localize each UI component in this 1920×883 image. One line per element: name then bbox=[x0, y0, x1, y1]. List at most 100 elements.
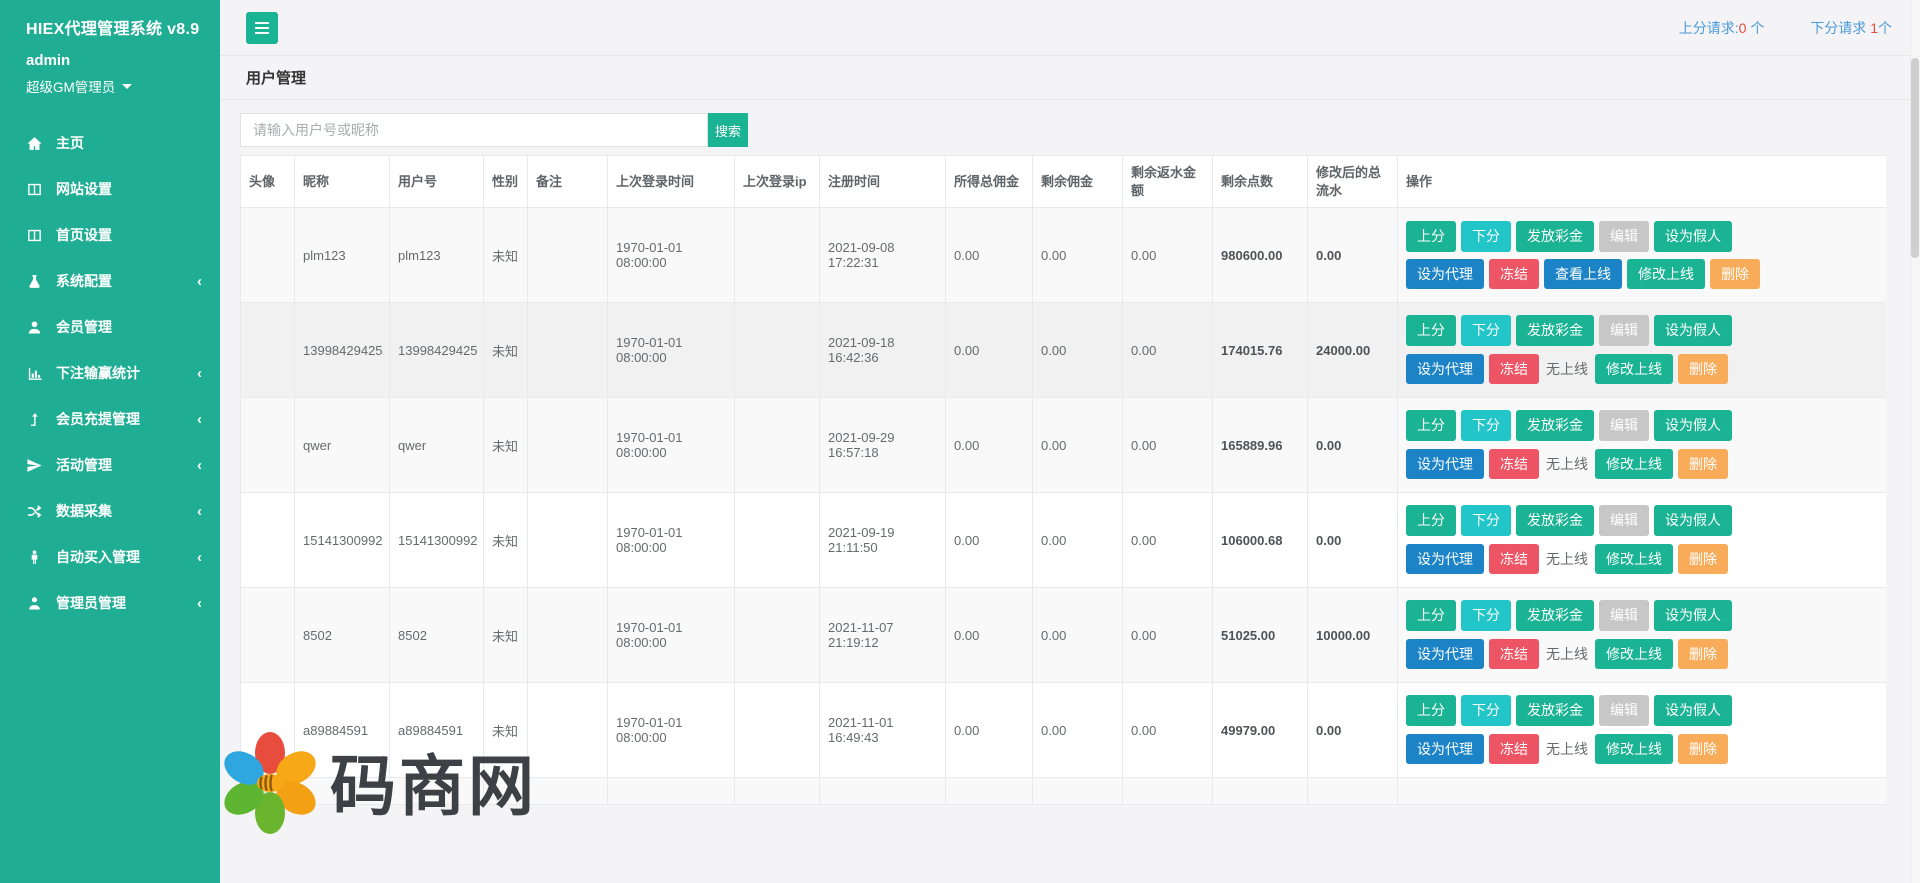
sidebar-item-user[interactable]: 会员管理 bbox=[0, 304, 220, 350]
set-fake-user-button[interactable]: 设为假人 bbox=[1654, 505, 1732, 535]
cell-total-commission: 0.00 bbox=[946, 398, 1033, 493]
delete-button[interactable]: 删除 bbox=[1710, 259, 1760, 289]
edit-button[interactable]: 编辑 bbox=[1599, 410, 1649, 440]
sidebar-item-label: 首页设置 bbox=[56, 225, 112, 245]
set-agent-button[interactable]: 设为代理 bbox=[1406, 544, 1484, 574]
up-request-link[interactable]: 上分请求:0 个 bbox=[1679, 18, 1765, 38]
set-agent-button[interactable]: 设为代理 bbox=[1406, 639, 1484, 669]
cell-points: 106000.68 bbox=[1213, 493, 1308, 588]
deduct-points-button[interactable]: 下分 bbox=[1461, 410, 1511, 440]
freeze-button[interactable]: 冻结 bbox=[1489, 354, 1539, 384]
edit-button[interactable]: 编辑 bbox=[1599, 695, 1649, 725]
set-fake-user-button[interactable]: 设为假人 bbox=[1654, 221, 1732, 251]
action-button-row: 上分下分发放彩金编辑设为假人 bbox=[1406, 221, 1878, 251]
action-button-row: 设为代理冻结无上线修改上线删除 bbox=[1406, 448, 1878, 480]
modify-upline-button[interactable]: 修改上线 bbox=[1595, 544, 1673, 574]
user-icon bbox=[26, 319, 43, 336]
sidebar-item-label: 自动买入管理 bbox=[56, 547, 140, 567]
modify-upline-button[interactable]: 修改上线 bbox=[1595, 354, 1673, 384]
grant-bonus-button[interactable]: 发放彩金 bbox=[1516, 505, 1594, 535]
table-header-cell: 剩余佣金 bbox=[1033, 156, 1123, 208]
cell-remark bbox=[528, 778, 608, 806]
table-header-cell: 操作 bbox=[1398, 156, 1887, 208]
delete-button[interactable]: 删除 bbox=[1678, 734, 1728, 764]
delete-button[interactable]: 删除 bbox=[1678, 449, 1728, 479]
add-points-button[interactable]: 上分 bbox=[1406, 410, 1456, 440]
grant-bonus-button[interactable]: 发放彩金 bbox=[1516, 600, 1594, 630]
cell-modified-flow bbox=[1308, 778, 1398, 806]
edit-button[interactable]: 编辑 bbox=[1599, 505, 1649, 535]
search-button[interactable]: 搜索 bbox=[708, 113, 748, 147]
cell-nickname: qwer bbox=[295, 398, 390, 493]
add-points-button[interactable]: 上分 bbox=[1406, 315, 1456, 345]
freeze-button[interactable]: 冻结 bbox=[1489, 544, 1539, 574]
set-agent-button[interactable]: 设为代理 bbox=[1406, 354, 1484, 384]
grant-bonus-button[interactable]: 发放彩金 bbox=[1516, 410, 1594, 440]
edit-button[interactable]: 编辑 bbox=[1599, 600, 1649, 630]
set-fake-user-button[interactable]: 设为假人 bbox=[1654, 410, 1732, 440]
grant-bonus-button[interactable]: 发放彩金 bbox=[1516, 315, 1594, 345]
delete-button[interactable]: 删除 bbox=[1678, 544, 1728, 574]
add-points-button[interactable]: 上分 bbox=[1406, 695, 1456, 725]
cell-avatar bbox=[241, 303, 295, 398]
down-request-link[interactable]: 下分请求 1个 bbox=[1810, 18, 1892, 38]
add-points-button[interactable]: 上分 bbox=[1406, 221, 1456, 251]
delete-button[interactable]: 删除 bbox=[1678, 639, 1728, 669]
grant-bonus-button[interactable]: 发放彩金 bbox=[1516, 695, 1594, 725]
set-fake-user-button[interactable]: 设为假人 bbox=[1654, 315, 1732, 345]
no-upline-text: 无上线 bbox=[1544, 353, 1590, 385]
sidebar-item-male[interactable]: 自动买入管理‹ bbox=[0, 534, 220, 580]
cell-modified-flow: 0.00 bbox=[1308, 493, 1398, 588]
sidebar-item-random[interactable]: 数据采集‹ bbox=[0, 488, 220, 534]
freeze-button[interactable]: 冻结 bbox=[1489, 734, 1539, 764]
grant-bonus-button[interactable]: 发放彩金 bbox=[1516, 221, 1594, 251]
modify-upline-button[interactable]: 修改上线 bbox=[1595, 734, 1673, 764]
deduct-points-button[interactable]: 下分 bbox=[1461, 505, 1511, 535]
sidebar-item-columns[interactable]: 网站设置 bbox=[0, 166, 220, 212]
modify-upline-button[interactable]: 修改上线 bbox=[1595, 639, 1673, 669]
deduct-points-button[interactable]: 下分 bbox=[1461, 315, 1511, 345]
table-row: plm123plm123未知1970-01-01 08:00:002021-09… bbox=[241, 208, 1887, 303]
modify-upline-button[interactable]: 修改上线 bbox=[1627, 259, 1705, 289]
columns-icon bbox=[26, 181, 43, 198]
sidebar-item-admin[interactable]: 管理员管理‹ bbox=[0, 580, 220, 626]
search-input[interactable] bbox=[240, 113, 708, 147]
scrollbar-thumb[interactable] bbox=[1911, 58, 1919, 258]
freeze-button[interactable]: 冻结 bbox=[1489, 449, 1539, 479]
view-upline-button[interactable]: 查看上线 bbox=[1544, 259, 1622, 289]
sidebar-item-columns[interactable]: 首页设置 bbox=[0, 212, 220, 258]
table-header-cell: 备注 bbox=[528, 156, 608, 208]
set-fake-user-button[interactable]: 设为假人 bbox=[1654, 600, 1732, 630]
add-points-button[interactable]: 上分 bbox=[1406, 505, 1456, 535]
deduct-points-button[interactable]: 下分 bbox=[1461, 695, 1511, 725]
cell-account: plm123 bbox=[390, 208, 484, 303]
freeze-button[interactable]: 冻结 bbox=[1489, 259, 1539, 289]
freeze-button[interactable]: 冻结 bbox=[1489, 639, 1539, 669]
delete-button[interactable]: 删除 bbox=[1678, 354, 1728, 384]
set-agent-button[interactable]: 设为代理 bbox=[1406, 734, 1484, 764]
edit-button[interactable]: 编辑 bbox=[1599, 315, 1649, 345]
cell-actions: 上分下分发放彩金编辑设为假人设为代理冻结无上线修改上线删除 bbox=[1398, 398, 1887, 493]
cell-account: a89884591 bbox=[390, 683, 484, 778]
cell-gender: 未知 bbox=[484, 208, 528, 303]
sidebar-item-send[interactable]: 活动管理‹ bbox=[0, 442, 220, 488]
cell-remain-commission: 0.00 bbox=[1033, 398, 1123, 493]
sidebar-item-level-up[interactable]: 会员充提管理‹ bbox=[0, 396, 220, 442]
cell-nickname: a89884591 bbox=[295, 683, 390, 778]
set-agent-button[interactable]: 设为代理 bbox=[1406, 449, 1484, 479]
deduct-points-button[interactable]: 下分 bbox=[1461, 221, 1511, 251]
sidebar-item-bar-chart[interactable]: 下注输赢统计‹ bbox=[0, 350, 220, 396]
add-points-button[interactable]: 上分 bbox=[1406, 600, 1456, 630]
sidebar-item-label: 数据采集 bbox=[56, 501, 112, 521]
cell-nickname: 13998429425 bbox=[295, 303, 390, 398]
sidebar-item-flask[interactable]: 系统配置‹ bbox=[0, 258, 220, 304]
edit-button[interactable]: 编辑 bbox=[1599, 221, 1649, 251]
set-fake-user-button[interactable]: 设为假人 bbox=[1654, 695, 1732, 725]
set-agent-button[interactable]: 设为代理 bbox=[1406, 259, 1484, 289]
deduct-points-button[interactable]: 下分 bbox=[1461, 600, 1511, 630]
sidebar-toggle-button[interactable] bbox=[246, 12, 278, 44]
table-header-row: 头像昵称用户号性别备注上次登录时间上次登录ip注册时间所得总佣金剩余佣金剩余返水… bbox=[241, 156, 1887, 208]
role-dropdown[interactable]: 超级GM管理员 bbox=[0, 69, 220, 96]
modify-upline-button[interactable]: 修改上线 bbox=[1595, 449, 1673, 479]
sidebar-item-home[interactable]: 主页 bbox=[0, 120, 220, 166]
